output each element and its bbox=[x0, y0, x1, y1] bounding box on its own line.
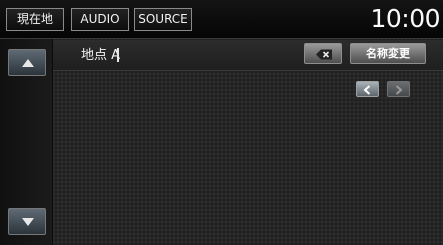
backspace-button[interactable] bbox=[304, 43, 342, 64]
prev-button[interactable] bbox=[356, 81, 379, 97]
scroll-up-button[interactable] bbox=[8, 49, 46, 76]
tab-current-location[interactable]: 現在地 bbox=[6, 8, 64, 31]
chevron-right-icon bbox=[395, 85, 403, 95]
backspace-x-icon bbox=[316, 49, 332, 60]
clock: 10:00 bbox=[370, 4, 440, 33]
tab-source[interactable]: SOURCE bbox=[134, 8, 192, 31]
navigation-screen: 現在地 AUDIO SOURCE 10:00 地点 A 名称変更 bbox=[0, 0, 443, 245]
text-caret bbox=[117, 48, 119, 62]
rename-button[interactable]: 名称変更 bbox=[350, 43, 426, 64]
scroll-column bbox=[0, 39, 53, 245]
scroll-down-button[interactable] bbox=[8, 208, 46, 235]
tab-audio[interactable]: AUDIO bbox=[71, 8, 129, 31]
rename-label: 名称変更 bbox=[366, 47, 410, 60]
triangle-down-icon bbox=[22, 218, 34, 226]
top-bar: 現在地 AUDIO SOURCE 10:00 bbox=[0, 0, 443, 39]
name-input[interactable]: 地点 A bbox=[81, 48, 120, 64]
next-button[interactable] bbox=[387, 81, 410, 97]
chevron-left-icon bbox=[363, 85, 371, 95]
triangle-up-icon bbox=[22, 59, 34, 67]
